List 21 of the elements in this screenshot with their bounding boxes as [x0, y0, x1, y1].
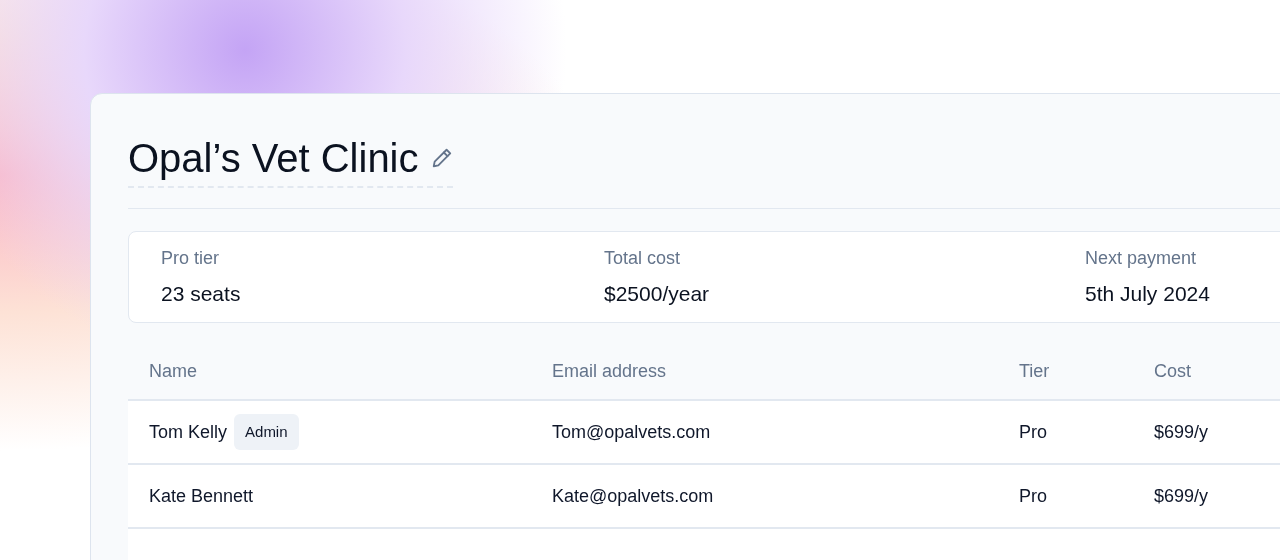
page-title: Opal’s Vet Clinic [128, 135, 419, 182]
table-cell-text: Tom@opalvets.com [552, 420, 711, 444]
summary-value: $2500/year [604, 280, 710, 307]
pencil-icon[interactable] [430, 147, 453, 169]
summary-label: Next payment [1085, 246, 1197, 270]
summary-value: 5th July 2024 [1085, 280, 1210, 307]
table-cell-text: Kate@opalvets.com [552, 484, 714, 508]
table-cell-text: $699/y [1154, 484, 1209, 508]
column-header: Email address [552, 360, 667, 381]
table-cell-text: Pro [1019, 420, 1047, 444]
table-cell-text: Kate Bennett [149, 484, 254, 508]
summary-value: 23 seats [161, 280, 241, 307]
table-cell-text: $699/y [1154, 420, 1209, 444]
role-badge: Admin [234, 413, 299, 451]
column-header: Name [149, 360, 197, 381]
table-cell-text: Pro [1019, 484, 1047, 508]
column-header: Tier [1019, 360, 1050, 381]
summary-label: Pro tier [161, 246, 220, 270]
table-cell-text: Tom Kelly [149, 420, 228, 444]
column-header: Cost [1154, 360, 1191, 381]
summary-label: Total cost [604, 246, 681, 270]
